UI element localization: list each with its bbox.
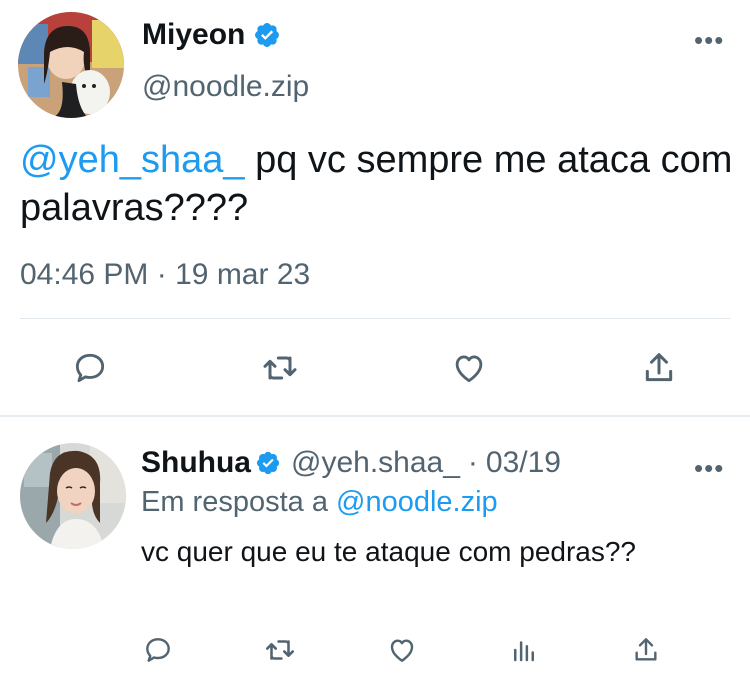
retweet-icon xyxy=(263,356,297,380)
reply-date[interactable]: 03/19 xyxy=(486,446,561,480)
like-button[interactable] xyxy=(449,348,489,388)
reply-button[interactable] xyxy=(70,348,110,388)
mention-link[interactable]: @yeh_shaa_ xyxy=(20,139,245,181)
tweet-time: 04:46 PM xyxy=(20,258,149,291)
tweet-timestamp[interactable]: 04:46 PM · 19 mar 23 xyxy=(20,258,310,292)
more-options-icon[interactable]: ••• xyxy=(694,455,724,481)
author-name[interactable]: Shuhua xyxy=(141,446,251,480)
tweet-date: 19 mar 23 xyxy=(175,258,311,291)
replying-to: Em resposta a @noodle.zip xyxy=(141,486,498,519)
timestamp-separator: · xyxy=(156,258,167,291)
retweet-button[interactable] xyxy=(260,348,300,388)
author-name[interactable]: Miyeon xyxy=(142,18,245,52)
verified-badge-icon xyxy=(255,23,280,47)
replying-to-handle[interactable]: @noodle.zip xyxy=(336,486,498,518)
avatar-image xyxy=(18,12,124,118)
author-row: Miyeon xyxy=(142,18,281,52)
author-handle[interactable]: @noodle.zip xyxy=(142,70,309,104)
avatar-image xyxy=(20,443,126,549)
like-icon xyxy=(390,639,414,662)
analytics-button[interactable] xyxy=(506,632,542,668)
divider xyxy=(20,318,730,319)
author-handle[interactable]: @yeh.shaa_ xyxy=(291,446,460,480)
analytics-icon xyxy=(514,641,534,662)
share-button[interactable] xyxy=(638,347,680,389)
like-button[interactable] xyxy=(384,632,420,668)
share-icon xyxy=(645,353,673,382)
reply-button[interactable] xyxy=(140,632,176,668)
reply-text: vc quer que eu te ataque com pedras?? xyxy=(141,536,637,567)
main-tweet: Miyeon @noodle.zip ••• @yeh_shaa_ pq vc … xyxy=(0,0,750,415)
reply-icon xyxy=(146,638,170,662)
section-divider xyxy=(0,415,750,417)
replying-to-label: Em resposta a xyxy=(141,486,337,518)
tweet-text: @yeh_shaa_ pq vc sempre me ataca com pal… xyxy=(20,136,740,232)
verified-badge-icon xyxy=(256,451,280,475)
share-button[interactable] xyxy=(628,632,664,668)
reply-icon xyxy=(75,353,105,383)
retweet-button[interactable] xyxy=(262,632,298,668)
avatar[interactable] xyxy=(20,443,126,549)
more-options-icon[interactable]: ••• xyxy=(694,27,724,53)
share-icon xyxy=(635,638,657,661)
avatar[interactable] xyxy=(18,12,124,118)
reply-author-row: Shuhua @yeh.shaa_ · 03/19 xyxy=(141,446,561,480)
retweet-icon xyxy=(265,640,295,660)
like-icon xyxy=(455,355,483,383)
header-separator: · xyxy=(467,446,478,479)
